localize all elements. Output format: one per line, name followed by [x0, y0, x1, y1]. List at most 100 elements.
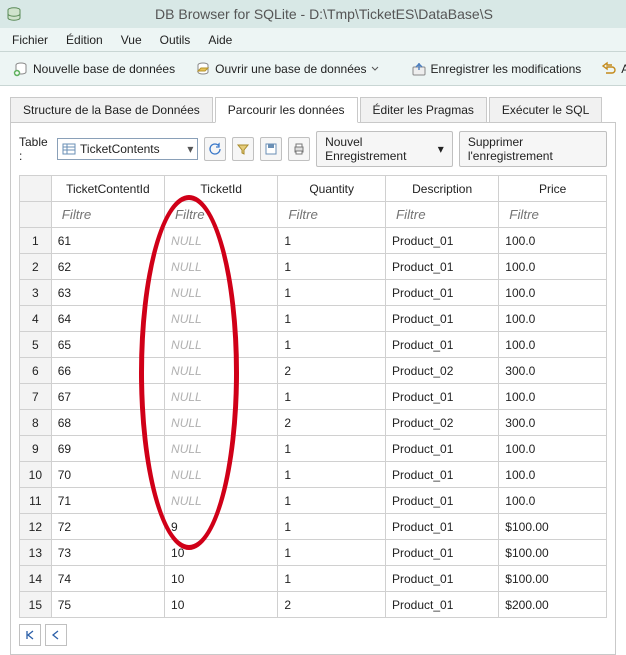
cell[interactable]: 1	[278, 306, 386, 332]
cell[interactable]: 100.0	[499, 436, 607, 462]
cell[interactable]: NULL	[165, 410, 278, 436]
cell[interactable]: 64	[51, 306, 164, 332]
menu-file[interactable]: Fichier	[4, 30, 56, 50]
cell[interactable]: 2	[278, 358, 386, 384]
cell[interactable]: $100.00	[499, 540, 607, 566]
cell[interactable]: 61	[51, 228, 164, 254]
cell[interactable]: Product_01	[385, 332, 498, 358]
dropdown-icon[interactable]	[371, 65, 379, 73]
print-button[interactable]	[288, 137, 310, 161]
table-row[interactable]: 565NULL1Product_01100.0	[20, 332, 607, 358]
delete-record-button[interactable]: Supprimer l'enregistrement	[459, 131, 607, 167]
col-header[interactable]: TicketContentId	[51, 176, 164, 202]
row-number[interactable]: 9	[20, 436, 52, 462]
cell[interactable]: Product_01	[385, 436, 498, 462]
cell[interactable]: 71	[51, 488, 164, 514]
col-header[interactable]: TicketId	[165, 176, 278, 202]
table-row[interactable]: 666NULL2Product_02300.0	[20, 358, 607, 384]
cell[interactable]: NULL	[165, 384, 278, 410]
refresh-button[interactable]	[204, 137, 226, 161]
cell[interactable]: 1	[278, 332, 386, 358]
filter-input[interactable]	[171, 204, 271, 226]
cell[interactable]: 68	[51, 410, 164, 436]
table-row[interactable]: 161NULL1Product_01100.0	[20, 228, 607, 254]
cancel-modifications-button[interactable]: Annuler les m	[594, 57, 626, 81]
table-row[interactable]: 1373101Product_01$100.00	[20, 540, 607, 566]
cell[interactable]: 70	[51, 462, 164, 488]
row-number[interactable]: 13	[20, 540, 52, 566]
cell[interactable]: 300.0	[499, 410, 607, 436]
table-select[interactable]: TicketContents ▾	[57, 138, 198, 160]
cell[interactable]: Product_01	[385, 306, 498, 332]
cell[interactable]: 1	[278, 488, 386, 514]
tab-sql[interactable]: Exécuter le SQL	[489, 97, 602, 122]
row-number[interactable]: 10	[20, 462, 52, 488]
cell[interactable]: 100.0	[499, 306, 607, 332]
pager-prev-button[interactable]	[45, 624, 67, 646]
filter-input[interactable]	[58, 204, 158, 226]
cell[interactable]: 100.0	[499, 228, 607, 254]
menu-view[interactable]: Vue	[113, 30, 150, 50]
row-number[interactable]: 11	[20, 488, 52, 514]
cell[interactable]: Product_02	[385, 410, 498, 436]
cell[interactable]: NULL	[165, 358, 278, 384]
cell[interactable]: Product_01	[385, 228, 498, 254]
cell[interactable]: 100.0	[499, 462, 607, 488]
cell[interactable]: 100.0	[499, 332, 607, 358]
clear-filters-button[interactable]	[232, 137, 254, 161]
tab-structure[interactable]: Structure de la Base de Données	[10, 97, 213, 122]
row-number[interactable]: 7	[20, 384, 52, 410]
cell[interactable]: 1	[278, 540, 386, 566]
cell[interactable]: Product_01	[385, 566, 498, 592]
open-database-button[interactable]: Ouvrir une base de données	[188, 57, 385, 81]
table-row[interactable]: 363NULL1Product_01100.0	[20, 280, 607, 306]
cell[interactable]: Product_01	[385, 280, 498, 306]
table-row[interactable]: 969NULL1Product_01100.0	[20, 436, 607, 462]
cell[interactable]: Product_01	[385, 254, 498, 280]
cell[interactable]: NULL	[165, 436, 278, 462]
menu-help[interactable]: Aide	[200, 30, 240, 50]
cell[interactable]: NULL	[165, 228, 278, 254]
cell[interactable]: Product_01	[385, 462, 498, 488]
cell[interactable]: 72	[51, 514, 164, 540]
cell[interactable]: NULL	[165, 254, 278, 280]
menu-edit[interactable]: Édition	[58, 30, 111, 50]
cell[interactable]: 1	[278, 384, 386, 410]
cell[interactable]: 100.0	[499, 488, 607, 514]
cell[interactable]: NULL	[165, 488, 278, 514]
cell[interactable]: 1	[278, 462, 386, 488]
cell[interactable]: Product_02	[385, 358, 498, 384]
pager-first-button[interactable]	[19, 624, 41, 646]
cell[interactable]: 300.0	[499, 358, 607, 384]
row-number[interactable]: 12	[20, 514, 52, 540]
tab-browse[interactable]: Parcourir les données	[215, 97, 358, 123]
cell[interactable]: 1	[278, 228, 386, 254]
cell[interactable]: $100.00	[499, 566, 607, 592]
row-number[interactable]: 4	[20, 306, 52, 332]
row-number[interactable]: 2	[20, 254, 52, 280]
row-number[interactable]: 8	[20, 410, 52, 436]
cell[interactable]: NULL	[165, 462, 278, 488]
menu-tools[interactable]: Outils	[152, 30, 199, 50]
filter-input[interactable]	[284, 204, 379, 226]
cell[interactable]: 10	[165, 566, 278, 592]
cell[interactable]: 67	[51, 384, 164, 410]
col-header[interactable]: Quantity	[278, 176, 386, 202]
table-row[interactable]: 127291Product_01$100.00	[20, 514, 607, 540]
new-database-button[interactable]: Nouvelle base de données	[6, 57, 182, 81]
cell[interactable]: 1	[278, 514, 386, 540]
filter-input[interactable]	[392, 204, 492, 226]
row-number[interactable]: 14	[20, 566, 52, 592]
cell[interactable]: 65	[51, 332, 164, 358]
cell[interactable]: 62	[51, 254, 164, 280]
cell[interactable]: 1	[278, 280, 386, 306]
save-table-button[interactable]	[260, 137, 282, 161]
table-row[interactable]: 868NULL2Product_02300.0	[20, 410, 607, 436]
table-row[interactable]: 767NULL1Product_01100.0	[20, 384, 607, 410]
cell[interactable]: Product_01	[385, 488, 498, 514]
col-header[interactable]: Price	[499, 176, 607, 202]
table-row[interactable]: 464NULL1Product_01100.0	[20, 306, 607, 332]
cell[interactable]: 9	[165, 514, 278, 540]
filter-input[interactable]	[505, 204, 600, 226]
cell[interactable]: NULL	[165, 306, 278, 332]
